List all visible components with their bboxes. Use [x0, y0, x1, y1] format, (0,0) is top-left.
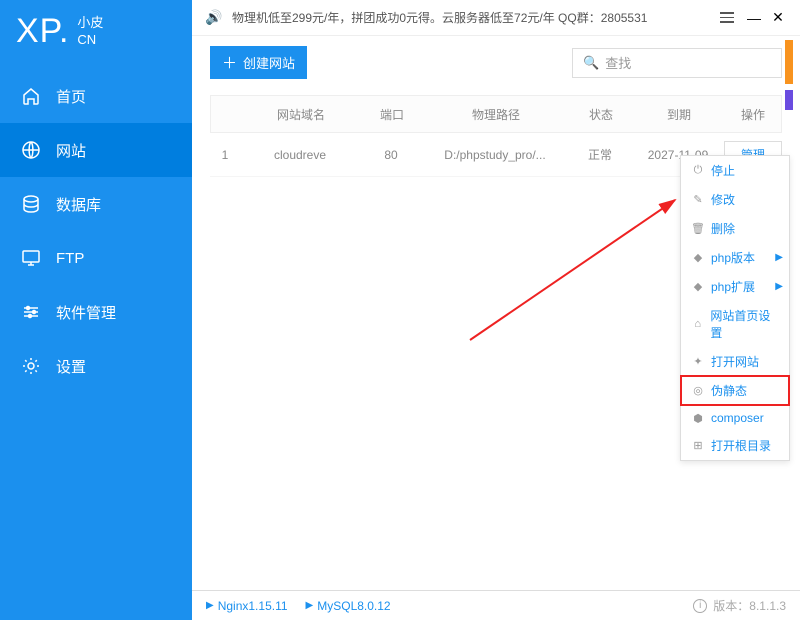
nginx-status[interactable]: ▶ Nginx1.15.11 [206, 599, 288, 613]
menu-item-label: 打开网站 [711, 353, 759, 370]
menu-item-label: php扩展 [711, 278, 755, 295]
menu-item-打开网站[interactable]: ✦ 打开网站 [681, 347, 789, 376]
sidebar-item-home[interactable]: 首页 [0, 69, 192, 123]
nginx-label: Nginx1.15.11 [218, 599, 288, 613]
sidebar-item-label: FTP [56, 250, 84, 267]
sidebar-item-ftp[interactable]: FTP [0, 231, 192, 285]
sliders-icon [20, 301, 42, 323]
search-icon: 🔍 [583, 55, 599, 71]
th-op: 操作 [725, 106, 781, 123]
menu-icon[interactable] [720, 12, 734, 23]
play-icon: ▶ [306, 600, 314, 611]
menu-item-label: 停止 [711, 162, 735, 179]
menu-item-label: php版本 [711, 249, 755, 266]
sidebar-item-label: 首页 [56, 86, 86, 107]
th-domain: 网站域名 [241, 106, 361, 123]
row-domain: cloudreve [240, 148, 360, 162]
create-label: 创建网站 [243, 53, 295, 72]
menu-item-删除[interactable]: 🗑 删除 [681, 214, 789, 243]
sidebar-item-website[interactable]: 网站 [0, 123, 192, 177]
menu-item-icon: ◎ [691, 384, 705, 398]
mysql-status[interactable]: ▶ MySQL8.0.12 [306, 599, 391, 613]
menu-item-php版本[interactable]: ◆ php版本 ▶ [681, 243, 789, 272]
th-path: 物理路径 [423, 106, 569, 123]
manage-dropdown: ⏻ 停止 ✎ 修改 🗑 删除 ◆ php版本 ▶ ◆ php扩展 ▶ ⌂ 网站首页设置 ✦ 打开网站 ◎ 伪静态 ⬢… [680, 155, 790, 461]
row-path: D:/phpstudy_pro/... [422, 148, 568, 162]
menu-item-label: composer [711, 411, 764, 425]
menu-item-label: 修改 [711, 191, 735, 208]
menu-item-icon: ⌂ [691, 317, 704, 331]
menu-item-label: 伪静态 [711, 382, 747, 399]
row-idx: 1 [210, 148, 240, 162]
menu-item-icon: ⏻ [691, 164, 705, 178]
create-website-button[interactable]: ＋ 创建网站 [210, 46, 307, 79]
close-button[interactable]: ✕ [766, 6, 790, 30]
menu-item-php扩展[interactable]: ◆ php扩展 ▶ [681, 272, 789, 301]
chevron-right-icon: ▶ [775, 252, 783, 263]
monitor-icon [20, 247, 42, 269]
menu-item-修改[interactable]: ✎ 修改 [681, 185, 789, 214]
menu-item-label: 删除 [711, 220, 735, 237]
logo-text: XP. [16, 12, 69, 51]
globe-icon [20, 139, 42, 161]
version-value: 8.1.1.3 [749, 599, 786, 613]
sidebar-item-label: 数据库 [56, 194, 101, 215]
announcement-text: 物理机低至299元/年，拼团成功0元得。云服务器低至72元/年 QQ群：2805… [232, 9, 720, 26]
sidebar-item-settings[interactable]: 设置 [0, 339, 192, 393]
menu-item-icon: ⊞ [691, 439, 705, 453]
menu-item-icon: ✎ [691, 193, 705, 207]
menu-item-icon: 🗑 [691, 222, 705, 236]
play-icon: ▶ [206, 600, 214, 611]
search-placeholder: 查找 [605, 53, 631, 72]
th-expiry: 到期 [633, 106, 725, 123]
menu-item-icon: ⬢ [691, 411, 705, 425]
home-icon [20, 85, 42, 107]
menu-item-icon: ✦ [691, 355, 705, 369]
menu-item-打开根目录[interactable]: ⊞ 打开根目录 [681, 431, 789, 460]
row-port: 80 [360, 148, 422, 162]
menu-item-网站首页设置[interactable]: ⌂ 网站首页设置 [681, 301, 789, 347]
logo-sub2: CN [77, 32, 103, 49]
menu-item-icon: ◆ [691, 251, 705, 265]
mysql-label: MySQL8.0.12 [317, 599, 390, 613]
logo-sub1: 小皮 [77, 15, 103, 32]
speaker-icon[interactable]: 🔊 [202, 6, 226, 30]
th-status: 状态 [569, 106, 633, 123]
th-port: 端口 [361, 106, 423, 123]
menu-item-伪静态[interactable]: ◎ 伪静态 [681, 376, 789, 405]
menu-item-label: 网站首页设置 [710, 307, 779, 341]
plus-icon: ＋ [222, 52, 237, 73]
table-header: 网站域名 端口 物理路径 状态 到期 操作 [210, 95, 782, 133]
menu-item-停止[interactable]: ⏻ 停止 [681, 156, 789, 185]
app-logo: XP. 小皮 CN [0, 0, 192, 59]
minimize-button[interactable]: — [742, 6, 766, 30]
row-status: 正常 [568, 146, 632, 163]
search-input[interactable]: 🔍 查找 [572, 48, 782, 78]
chevron-right-icon: ▶ [775, 281, 783, 292]
version-label: 版本： [713, 597, 749, 614]
sidebar-item-label: 网站 [56, 140, 86, 161]
sidebar-item-label: 设置 [56, 356, 86, 377]
gear-icon [20, 355, 42, 377]
sidebar-item-label: 软件管理 [56, 302, 116, 323]
info-icon[interactable]: i [693, 599, 707, 613]
menu-item-label: 打开根目录 [711, 437, 771, 454]
sidebar-item-database[interactable]: 数据库 [0, 177, 192, 231]
menu-item-composer[interactable]: ⬢ composer [681, 405, 789, 431]
menu-item-icon: ◆ [691, 280, 705, 294]
database-icon [20, 193, 42, 215]
sidebar-item-software[interactable]: 软件管理 [0, 285, 192, 339]
